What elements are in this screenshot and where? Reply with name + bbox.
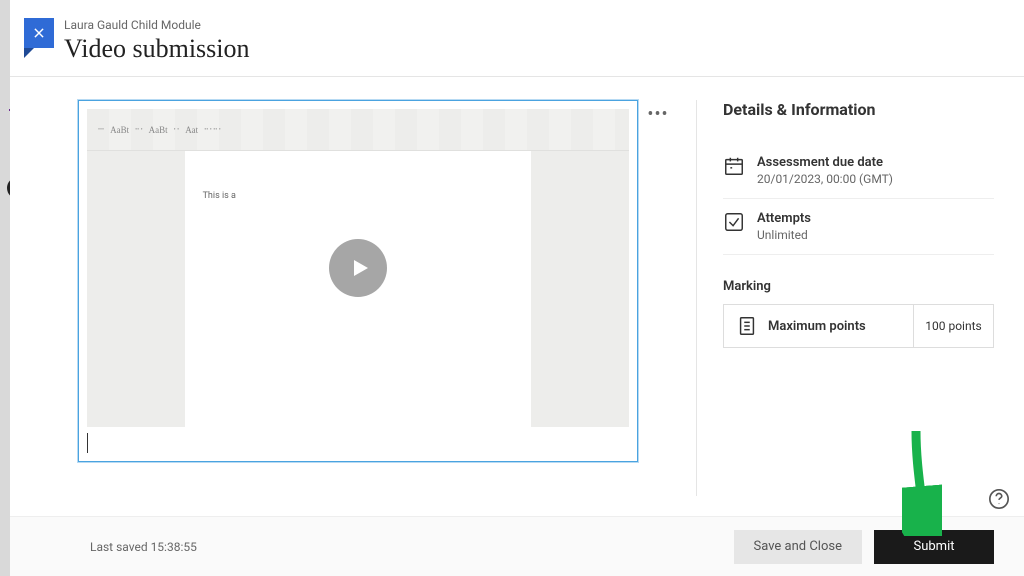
save-close-button[interactable]: Save and Close	[734, 530, 862, 564]
more-options-button[interactable]: •••	[646, 102, 670, 126]
column-divider	[696, 100, 697, 496]
attempts-check-icon	[723, 211, 745, 233]
page-title: Video submission	[64, 34, 1004, 64]
header-divider	[10, 76, 1024, 77]
submission-panel: Laura Gauld Child Module Video submissio…	[10, 0, 1024, 576]
video-thumbnail: ••• AaBt •• • AaBt • • Aat •• • •• • Thi…	[87, 109, 629, 427]
help-icon	[988, 488, 1010, 510]
ellipsis-icon: •••	[647, 104, 668, 125]
max-points-value: 100 points	[913, 305, 993, 347]
calendar-due-icon	[723, 155, 745, 177]
due-date-row: Assessment due date 20/01/2023, 00:00 (G…	[723, 143, 994, 199]
details-heading: Details & Information	[723, 100, 994, 119]
attempts-value: Unlimited	[757, 228, 811, 242]
due-date-label: Assessment due date	[757, 155, 893, 170]
marking-row: Maximum points 100 points	[723, 304, 994, 348]
marking-heading: Marking	[723, 279, 994, 294]
doc-ribbon: ••• AaBt •• • AaBt • • Aat •• • •• •	[87, 109, 629, 151]
rubric-icon	[736, 315, 758, 337]
max-points-label: Maximum points	[768, 319, 866, 334]
close-icon	[32, 26, 46, 40]
close-button[interactable]	[24, 18, 54, 48]
help-button[interactable]	[988, 488, 1010, 510]
attempts-row: Attempts Unlimited	[723, 199, 994, 255]
video-editor-area[interactable]: ••• AaBt •• • AaBt • • Aat •• • •• • Thi…	[78, 100, 638, 462]
editor-text-caret[interactable]	[87, 433, 629, 453]
play-button[interactable]	[329, 239, 387, 297]
footer: Last saved 15:38:55 Save and Close Submi…	[10, 516, 1024, 576]
submit-button[interactable]: Submit	[874, 530, 994, 564]
doc-preview-text: This is a	[203, 191, 236, 201]
attempts-label: Attempts	[757, 211, 811, 226]
breadcrumb: Laura Gauld Child Module	[64, 18, 1004, 32]
last-saved-text: Last saved 15:38:55	[90, 540, 197, 554]
due-date-value: 20/01/2023, 00:00 (GMT)	[757, 172, 893, 186]
play-icon	[348, 256, 372, 280]
